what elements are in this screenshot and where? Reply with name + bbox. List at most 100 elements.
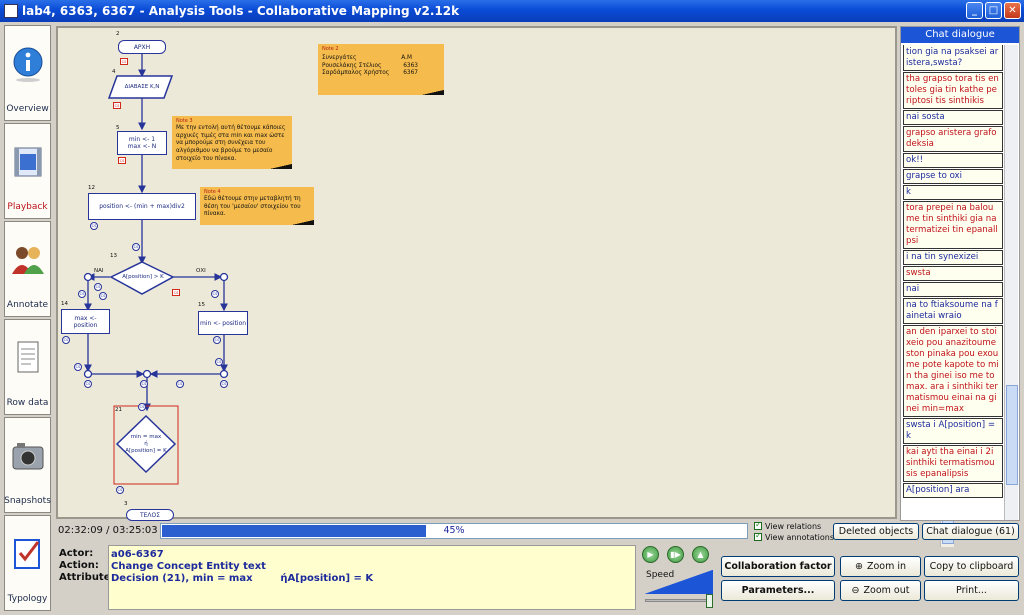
end-node[interactable]: ΤΕΛΟΣ xyxy=(126,509,174,521)
cs-marker[interactable]: CS xyxy=(90,222,98,230)
decision-node[interactable]: A[position] > K xyxy=(113,274,173,280)
sidebar-item-label: Typology xyxy=(7,594,48,604)
chat-messages[interactable]: A[position] oro vazoume opou max to posi… xyxy=(903,45,1003,520)
sidebar-item-overview[interactable]: Overview xyxy=(4,25,51,121)
sidebar: Overview Playback Annotate Row data Snap… xyxy=(4,25,51,613)
chat-message: grapso aristera grafo deksia xyxy=(903,126,1003,152)
yes-label: ΝΑΙ xyxy=(94,268,104,274)
note-text: Με την εντολή αυτή θέτουμε κάποιες αρχικ… xyxy=(176,124,286,162)
sidebar-item-typology[interactable]: Typology xyxy=(4,515,51,611)
note-row-id: 6363 xyxy=(403,62,418,69)
title-bar: lab4, 6363, 6367 - Analysis Tools - Coll… xyxy=(0,0,1024,22)
chat-message: k xyxy=(903,185,1003,200)
cs-marker[interactable]: CS xyxy=(215,358,223,366)
node-number: 21 xyxy=(115,407,122,413)
note-3[interactable]: Note 3 Με την εντολή αυτή θέτουμε κάποιε… xyxy=(172,116,292,169)
init-node[interactable]: min <- 1 max <- N xyxy=(117,131,167,155)
sidebar-item-playback[interactable]: Playback xyxy=(4,123,51,219)
window-title: lab4, 6363, 6367 - Analysis Tools - Coll… xyxy=(22,4,460,18)
cs-marker[interactable]: CS xyxy=(74,363,82,371)
cs-marker[interactable]: CS xyxy=(220,380,228,388)
cs-marker[interactable]: CS xyxy=(176,380,184,388)
view-annotations-checkbox[interactable]: View annotations xyxy=(754,531,834,543)
cs-marker[interactable]: CS xyxy=(140,380,148,388)
forward-button[interactable]: ▲ xyxy=(692,546,709,563)
camera-icon xyxy=(12,443,44,470)
action-details-box: a06-6367 Change Concept Entity text Deci… xyxy=(108,545,636,610)
zoom-out-button[interactable]: ⊖ Zoom out xyxy=(840,580,921,601)
note-title: Note 2 xyxy=(322,46,339,52)
cs-marker[interactable]: CS xyxy=(211,290,219,298)
chat-dialogue-button[interactable]: Chat dialogue (61) xyxy=(922,523,1019,540)
cs-marker[interactable]: CS xyxy=(84,380,92,388)
node-number: 12 xyxy=(88,185,95,191)
start-node[interactable]: ΑΡΧΗ xyxy=(118,40,166,54)
chat-message: swsta xyxy=(903,266,1003,281)
step-button[interactable]: ▮▶ xyxy=(667,546,684,563)
cs-marker[interactable]: CS xyxy=(118,157,126,164)
cs-marker[interactable]: CS xyxy=(120,58,128,65)
sidebar-item-row-data[interactable]: Row data xyxy=(4,319,51,415)
note-header-id: Α.Μ xyxy=(401,54,412,61)
cs-marker[interactable]: CS xyxy=(138,403,146,411)
playback-time: 02:32:09 / 03:25:03 xyxy=(58,525,158,536)
note-header-collaborators: Συνεργάτες xyxy=(322,54,357,61)
cs-marker[interactable]: CS xyxy=(78,290,86,298)
node-number: 15 xyxy=(198,302,205,308)
chat-message: A[position] oro vazoume opou max to posi… xyxy=(903,45,1003,71)
attributes-value: Decision (21), min = max ήA[position] = … xyxy=(111,573,374,584)
close-button[interactable]: ✕ xyxy=(1004,2,1021,19)
speed-slider[interactable] xyxy=(645,599,713,602)
concept-map-canvas[interactable]: 2 ΑΡΧΗ CS 4 ΔΙΑΒΑΣΕ Κ,Ν CS 5 min <- 1 ma… xyxy=(56,26,954,547)
play-button[interactable]: ▶ xyxy=(642,546,659,563)
chat-message: ok!! xyxy=(903,153,1003,168)
node-number: 14 xyxy=(61,301,68,307)
parameters-button[interactable]: Parameters... xyxy=(721,580,835,601)
cs-marker[interactable]: CS xyxy=(113,102,121,109)
loop-condition-node[interactable]: min = max ή A[position] = K xyxy=(118,434,174,455)
loop-cond-a: min = max xyxy=(130,434,162,440)
collaboration-factor-button[interactable]: Collaboration factor xyxy=(721,556,835,577)
speed-slider-handle[interactable] xyxy=(706,594,713,608)
cs-marker[interactable]: CS xyxy=(62,336,70,344)
cs-marker[interactable]: CS xyxy=(132,243,140,251)
sidebar-item-snapshots[interactable]: Snapshots xyxy=(4,417,51,513)
left-assign-node[interactable]: max <- position xyxy=(61,309,110,334)
sidebar-item-annotate[interactable]: Annotate xyxy=(4,221,51,317)
copy-to-clipboard-button[interactable]: Copy to clipboard xyxy=(924,556,1019,577)
app-icon xyxy=(4,4,18,18)
cs-marker[interactable]: CS xyxy=(99,292,107,300)
print-button[interactable]: Print... xyxy=(924,580,1019,601)
right-assign-node[interactable]: min <- position xyxy=(198,311,248,335)
minimize-button[interactable]: _ xyxy=(966,2,983,19)
view-relations-label: View relations xyxy=(765,522,822,531)
zoom-in-button[interactable]: ⊕ Zoom in xyxy=(840,556,921,577)
chat-message: swsta i A[position] = k xyxy=(903,418,1003,444)
chat-message: tha grapso tora tis entoles gia tin kath… xyxy=(903,72,1003,109)
cs-marker[interactable]: CS xyxy=(172,289,180,296)
loop-cond-b: ή xyxy=(144,441,148,447)
cs-marker[interactable]: CS xyxy=(94,283,102,291)
node-number: 2 xyxy=(116,31,120,37)
scrollbar-thumb[interactable] xyxy=(1006,385,1018,485)
view-annotations-label: View annotations xyxy=(765,533,834,542)
cs-marker[interactable]: CS xyxy=(116,486,124,494)
note-2[interactable]: Note 2 Συνεργάτες Α.Μ Ρουσελάκης Στέλιος 6… xyxy=(318,44,444,95)
note-title: Note 4 xyxy=(204,189,221,195)
playback-progress[interactable]: 45% xyxy=(160,523,748,539)
maximize-button[interactable]: □ xyxy=(985,2,1002,19)
cs-marker[interactable]: CS xyxy=(213,336,221,344)
read-node[interactable]: ΔΙΑΒΑΣΕ Κ,Ν xyxy=(118,84,166,90)
note-row-id: 6367 xyxy=(403,70,418,77)
chat-message: kai ayti tha einai i 2i sinthiki termati… xyxy=(903,445,1003,482)
film-icon xyxy=(14,147,42,177)
chat-scrollbar[interactable] xyxy=(1004,45,1018,520)
position-node[interactable]: position <- (min + max)div2 xyxy=(88,193,196,220)
chat-message: grapse to oxi xyxy=(903,169,1003,184)
note-4[interactable]: Note 4 Εδώ θέτουμε στην μεταβλητή τη θέσ… xyxy=(200,187,314,225)
chat-header: Chat dialogue xyxy=(901,27,1019,43)
playback-timeline: 02:32:09 / 03:25:03 45% xyxy=(56,522,748,540)
view-relations-checkbox[interactable]: View relations xyxy=(754,520,834,532)
deleted-objects-button[interactable]: Deleted objects xyxy=(833,523,919,540)
info-icon xyxy=(13,47,43,82)
